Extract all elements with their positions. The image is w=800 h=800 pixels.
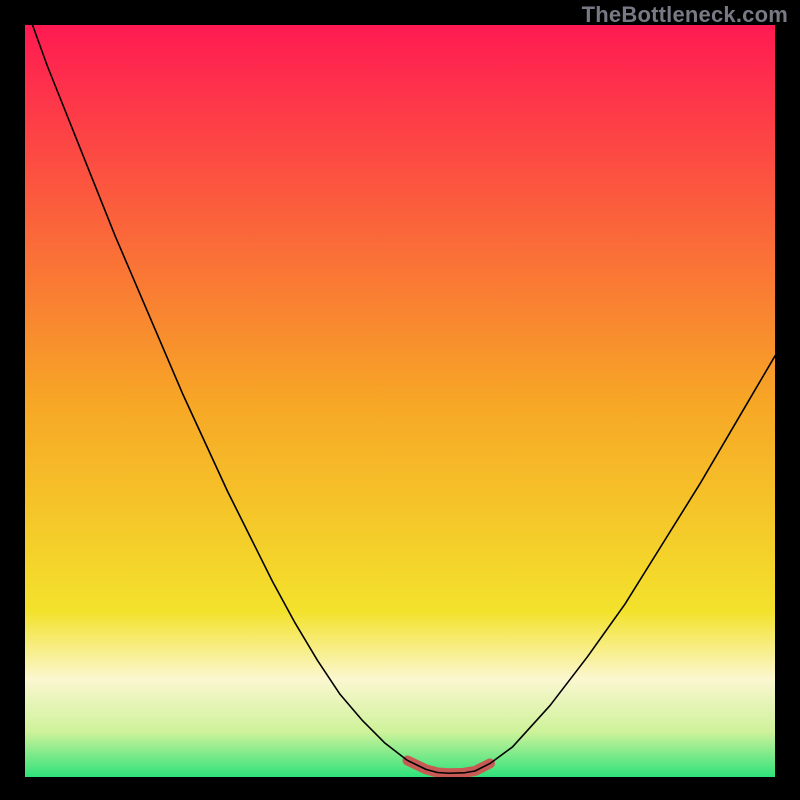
watermark-text: TheBottleneck.com bbox=[582, 2, 788, 28]
plot-area bbox=[25, 25, 775, 777]
gradient-background bbox=[25, 25, 775, 777]
chart-frame: TheBottleneck.com bbox=[0, 0, 800, 800]
bottleneck-chart bbox=[25, 25, 775, 777]
